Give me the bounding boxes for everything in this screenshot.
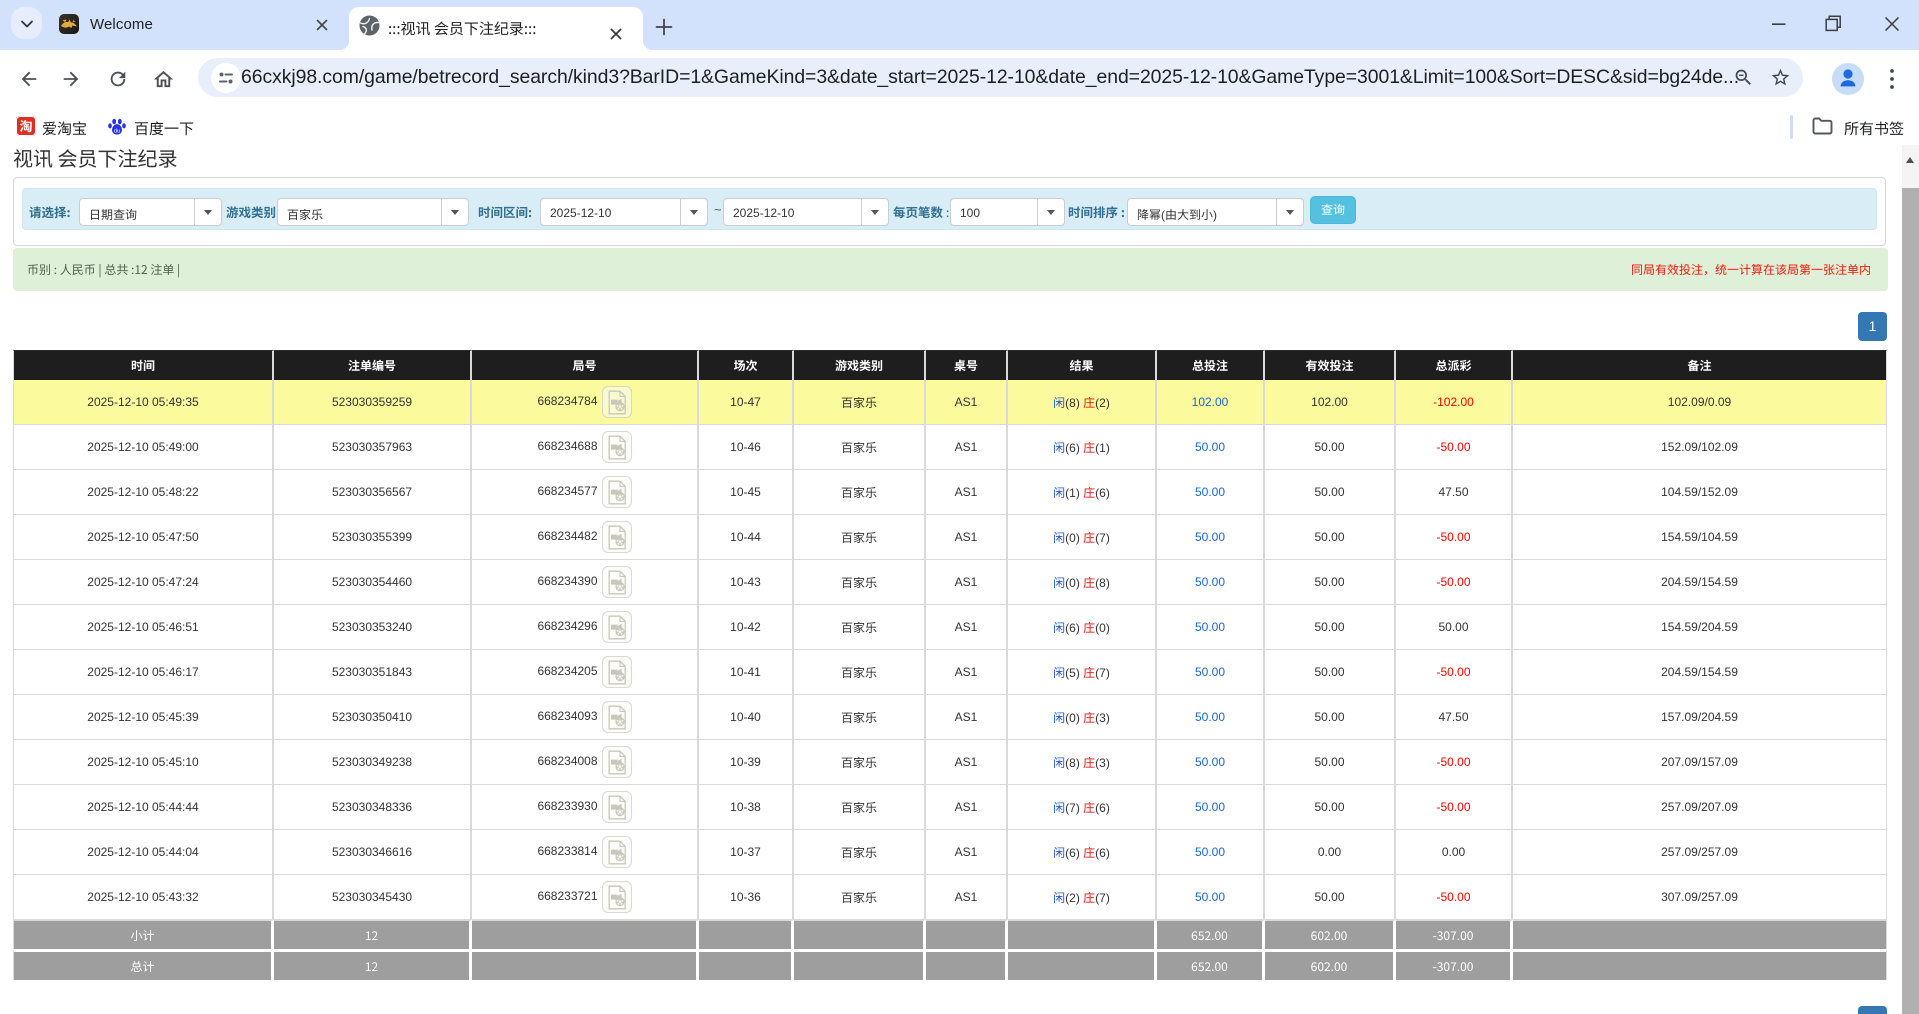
svg-text:du: du (114, 129, 120, 135)
